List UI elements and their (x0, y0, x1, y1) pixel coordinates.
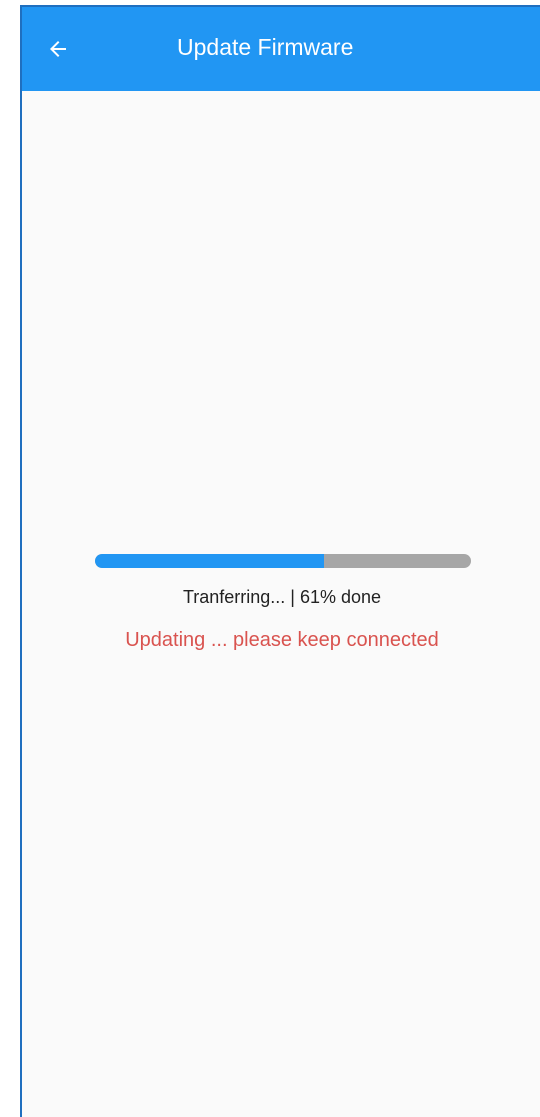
app-screen: Update Firmware Tranferring... | 61% don… (20, 5, 540, 1117)
progress-bar (95, 554, 471, 568)
back-button[interactable] (36, 27, 80, 71)
progress-bar-fill (95, 554, 325, 568)
page-title: Update Firmware (177, 34, 354, 60)
status-message: Updating ... please keep connected (125, 629, 439, 651)
arrow-left-icon (50, 41, 66, 57)
progress-label: Tranferring... | 61% done (182, 587, 382, 607)
main-content: Tranferring... | 61% done Updating ... p… (22, 91, 540, 1117)
app-bar: Update Firmware (22, 7, 540, 91)
